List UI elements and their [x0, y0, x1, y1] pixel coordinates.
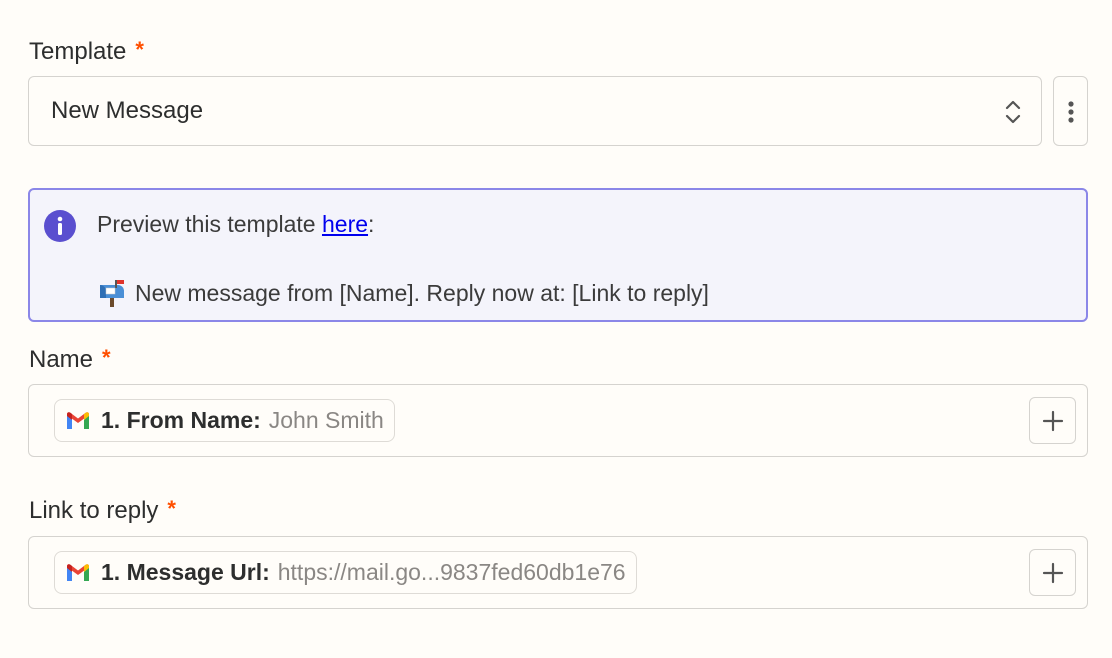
info-icon: [44, 210, 76, 242]
preview-link[interactable]: here: [322, 211, 368, 237]
link-to-reply-label: Link to reply *: [29, 496, 176, 525]
message-url-mapped-pill[interactable]: 1. Message Url: https://mail.go...9837fe…: [54, 551, 637, 594]
info-preview-message: New message from [Name]. Reply now at: […: [97, 279, 709, 307]
more-options-button[interactable]: [1053, 76, 1088, 146]
pill-key: 1. From Name:: [101, 407, 261, 433]
mailbox-icon: [100, 280, 124, 307]
template-select[interactable]: New Message: [28, 76, 1042, 146]
required-asterisk: *: [167, 496, 176, 521]
pill-value: John Smith: [268, 407, 384, 433]
name-label: Name *: [29, 345, 111, 374]
template-label-text: Template: [29, 38, 127, 65]
required-asterisk: *: [135, 37, 144, 62]
form-panel: Template * New Message Preview this temp…: [0, 0, 1112, 658]
gmail-icon: [67, 563, 89, 581]
info-text-before: Preview this template: [97, 211, 322, 237]
link-to-reply-label-text: Link to reply: [29, 497, 159, 524]
from-name-mapped-pill[interactable]: 1. From Name: John Smith: [54, 399, 395, 442]
required-asterisk: *: [102, 345, 111, 370]
plus-icon: [1042, 562, 1064, 584]
add-data-button[interactable]: [1029, 397, 1076, 444]
template-label: Template *: [29, 37, 144, 66]
template-preview-info: Preview this template here: New message …: [28, 188, 1088, 322]
link-to-reply-field[interactable]: 1. Message Url: https://mail.go...9837fe…: [28, 536, 1088, 609]
plus-icon: [1042, 410, 1064, 432]
info-preview-line: Preview this template here:: [97, 211, 374, 238]
template-select-value: New Message: [51, 97, 204, 124]
info-text-after: :: [368, 211, 375, 237]
pill-value: https://mail.go...9837fed60db1e76: [277, 559, 626, 585]
info-preview-text: New message from [Name]. Reply now at: […: [135, 279, 709, 306]
name-label-text: Name: [29, 346, 94, 373]
vertical-dots-icon: [1068, 101, 1074, 123]
gmail-icon: [67, 411, 89, 429]
chevron-up-down-icon: [1005, 100, 1021, 124]
pill-key: 1. Message Url:: [101, 559, 270, 585]
name-field[interactable]: 1. From Name: John Smith: [28, 384, 1088, 457]
add-data-button[interactable]: [1029, 549, 1076, 596]
